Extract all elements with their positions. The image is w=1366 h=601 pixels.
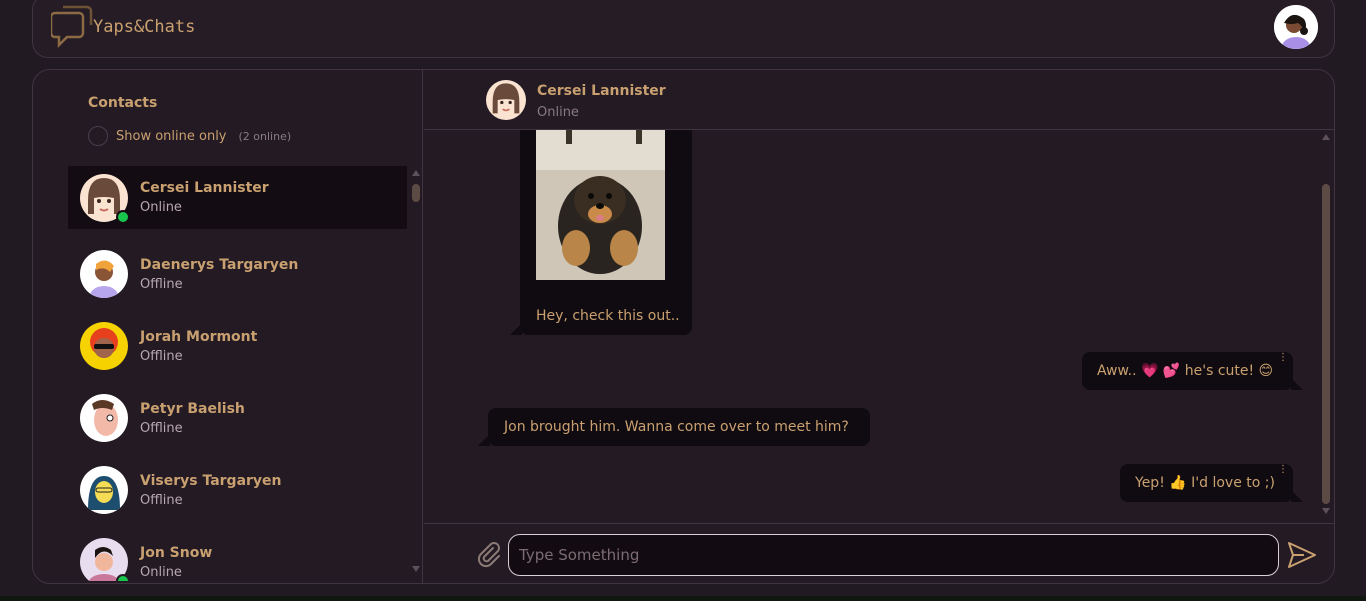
- incoming-message: Jon brought him. Wanna come over to meet…: [478, 408, 870, 446]
- scroll-down-arrow-icon[interactable]: [1322, 508, 1330, 514]
- contact-status: Offline: [140, 348, 183, 364]
- online-toggle-label: Show online only: [116, 128, 227, 144]
- main-panel: Contacts Show online only (2 online) Cer…: [32, 69, 1335, 584]
- avatar: [80, 466, 128, 514]
- chat-panel: Cersei Lannister Online Hey, check this …: [424, 70, 1334, 583]
- brand-name: Yaps&Chats: [93, 17, 196, 37]
- show-online-only-toggle[interactable]: Show online only (2 online): [88, 126, 291, 146]
- user-avatar[interactable]: [1274, 5, 1318, 49]
- message-text: Hey, check this out..: [536, 308, 680, 324]
- contact-status: Offline: [140, 492, 183, 508]
- avatar: [80, 538, 130, 581]
- contact-item[interactable]: Daenerys Targaryen Offline: [68, 238, 407, 310]
- outgoing-message: Yep! 👍 I'd love to ;) ⋮: [1120, 464, 1303, 502]
- chat-bubbles-logo-icon: [51, 5, 93, 49]
- contacts-sidebar: Contacts Show online only (2 online) Cer…: [33, 70, 423, 583]
- message-text: Yep! 👍 I'd love to ;): [1135, 475, 1275, 491]
- app-header: Yaps&Chats: [32, 0, 1335, 58]
- contact-name: Viserys Targaryen: [140, 472, 282, 489]
- contact-item[interactable]: Jorah Mormont Offline: [68, 310, 407, 382]
- contact-item[interactable]: Petyr Baelish Offline: [68, 382, 407, 454]
- radio-button[interactable]: [88, 126, 108, 146]
- contact-name: Cersei Lannister: [140, 180, 269, 196]
- online-status-dot: [116, 574, 130, 581]
- contact-status: Online: [140, 564, 182, 580]
- outgoing-message: Aww.. 💗 💕 he's cute! 😊 ⋮: [1082, 352, 1303, 390]
- chat-contact-status: Online: [537, 105, 579, 120]
- scroll-up-arrow-icon[interactable]: [412, 170, 420, 176]
- avatar[interactable]: [486, 80, 526, 120]
- taskbar-strip: [0, 596, 1366, 601]
- scroll-thumb[interactable]: [1322, 184, 1330, 504]
- contact-name: Daenerys Targaryen: [140, 256, 299, 273]
- message-options-icon[interactable]: ⋮: [1278, 353, 1288, 363]
- contact-item[interactable]: Jon Snow Online: [68, 526, 407, 581]
- avatar: [80, 173, 130, 224]
- contact-list: Cersei Lannister Online Daenerys Targary…: [68, 166, 407, 581]
- contact-name: Jon Snow: [140, 544, 213, 561]
- bubble-tail: [1291, 378, 1303, 390]
- message-text: Aww.. 💗 💕 he's cute! 😊: [1097, 363, 1274, 379]
- avatar: [80, 250, 128, 298]
- send-icon[interactable]: [1286, 540, 1318, 570]
- message-options-icon[interactable]: ⋮: [1278, 465, 1288, 475]
- avatar: [80, 394, 128, 442]
- contact-status: Offline: [140, 276, 183, 292]
- dog-photo[interactable]: [536, 130, 665, 280]
- chat-header: Cersei Lannister Online: [424, 70, 1334, 130]
- incoming-message: Hey, check this out..: [510, 130, 692, 335]
- contacts-title: Contacts: [88, 95, 158, 111]
- bubble-tail: [510, 323, 522, 335]
- contact-name: Jorah Mormont: [140, 328, 258, 345]
- scroll-thumb[interactable]: [412, 184, 420, 202]
- bubble-tail: [1291, 490, 1303, 502]
- scroll-up-arrow-icon[interactable]: [1322, 134, 1330, 140]
- contact-name: Petyr Baelish: [140, 400, 245, 417]
- scroll-down-arrow-icon[interactable]: [412, 566, 420, 572]
- contact-item[interactable]: Cersei Lannister Online: [68, 166, 407, 229]
- message-text: Jon brought him. Wanna come over to meet…: [504, 419, 849, 435]
- message-list: Hey, check this out.. Aww.. 💗 💕 he's cut…: [424, 130, 1334, 524]
- online-status-dot: [116, 209, 130, 224]
- message-input[interactable]: [508, 534, 1279, 576]
- bubble-tail: [478, 434, 490, 446]
- contacts-scrollbar[interactable]: [410, 170, 422, 582]
- chat-contact-name: Cersei Lannister: [537, 83, 666, 99]
- contact-item[interactable]: Viserys Targaryen Offline: [68, 454, 407, 526]
- paperclip-icon[interactable]: [476, 540, 500, 568]
- avatar: [80, 322, 128, 370]
- contact-status: Offline: [140, 420, 183, 436]
- contact-status: Online: [140, 200, 182, 215]
- messages-scrollbar[interactable]: [1320, 134, 1332, 520]
- online-count: (2 online): [238, 129, 292, 143]
